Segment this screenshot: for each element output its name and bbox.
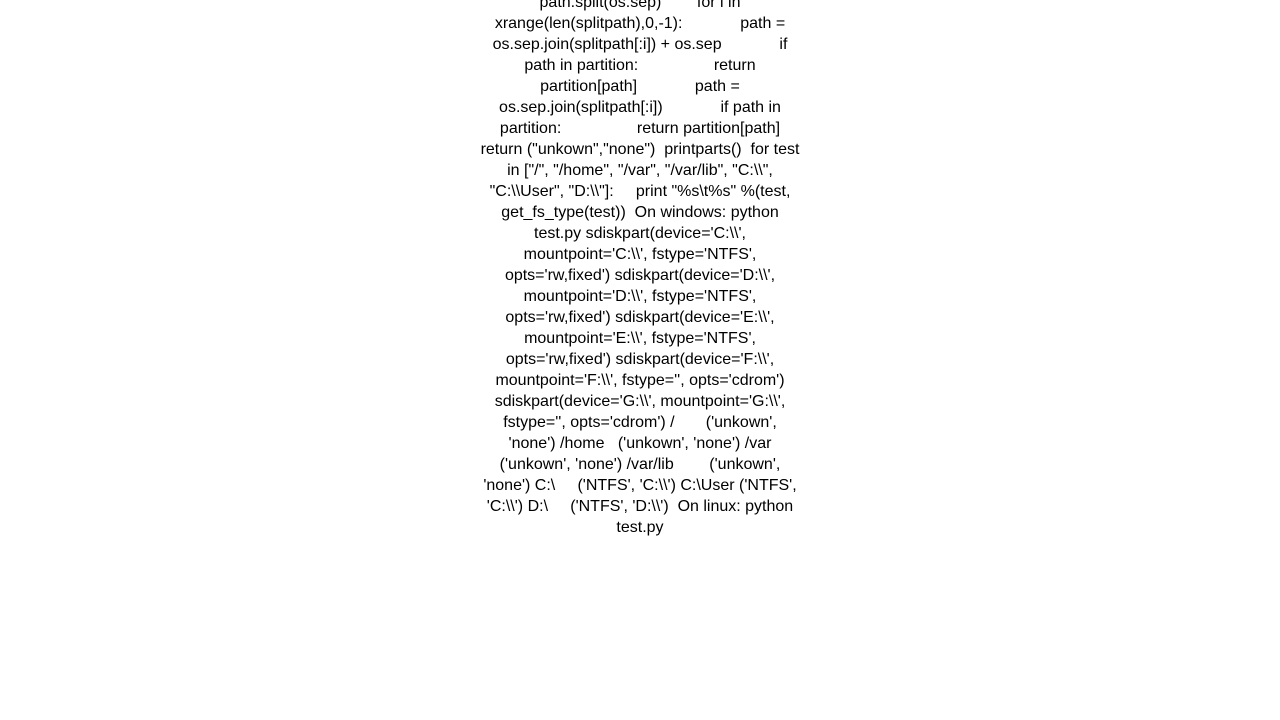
document-page: path.split(os.sep) for i in xrange(len(s… <box>0 0 1280 720</box>
document-text-column: path.split(os.sep) for i in xrange(len(s… <box>480 0 800 538</box>
